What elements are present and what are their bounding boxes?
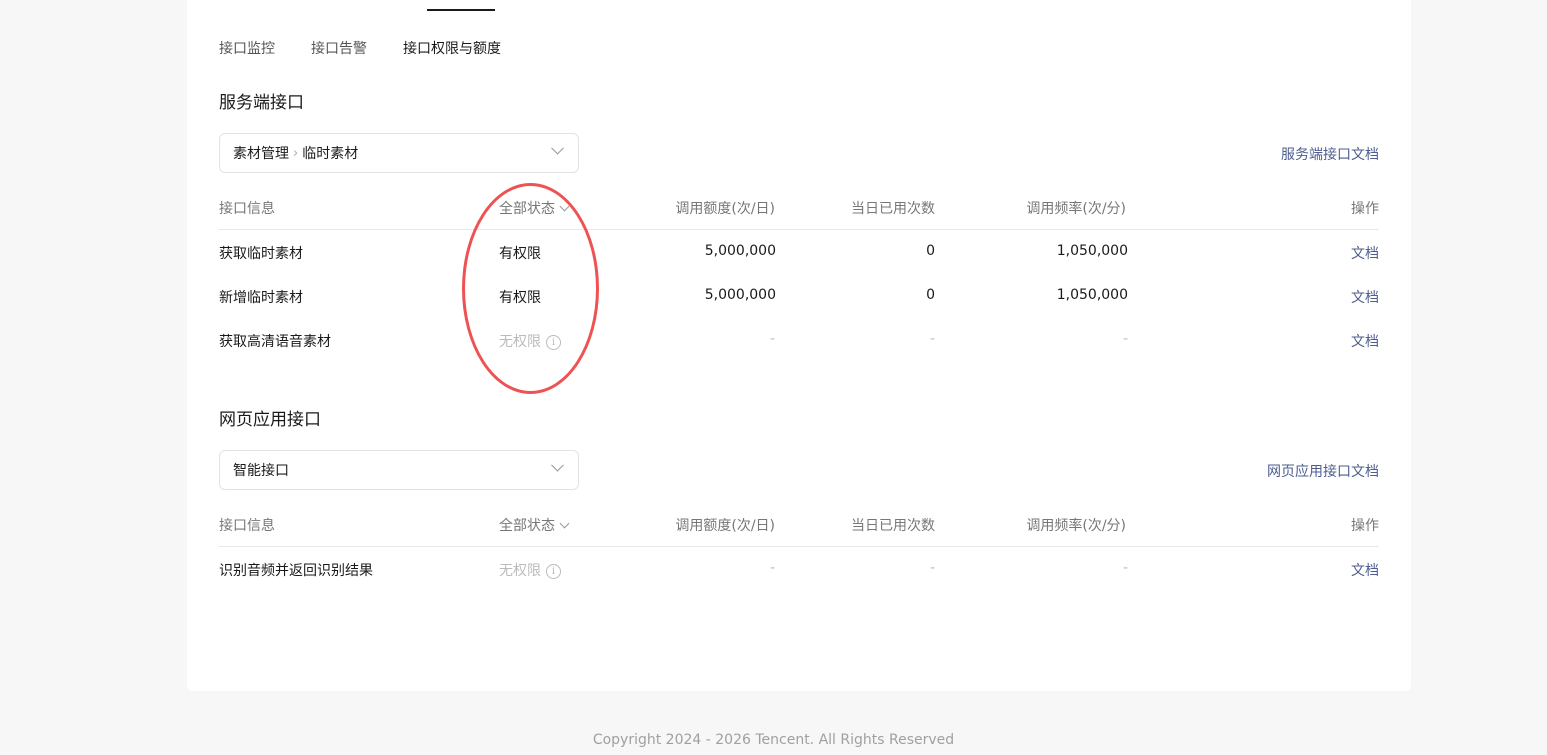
select-category-main: 素材管理 xyxy=(233,146,289,162)
row-doc-link[interactable]: 文档 xyxy=(1351,331,1379,351)
row-quota: 5,000,000 xyxy=(704,287,776,303)
row-doc-link[interactable]: 文档 xyxy=(1351,243,1379,263)
row-used: 0 xyxy=(926,287,935,303)
header-interface-info: 接口信息 xyxy=(219,518,275,534)
status-filter-label: 全部状态 xyxy=(499,201,555,217)
row-frequency: - xyxy=(1122,560,1128,576)
server-category-select[interactable]: 素材管理 › 临时素材 xyxy=(219,133,579,173)
row-used: 0 xyxy=(926,243,935,259)
active-nav-indicator xyxy=(427,9,495,11)
main-card xyxy=(187,0,1411,691)
row-frequency: 1,050,000 xyxy=(1056,243,1128,259)
row-quota: - xyxy=(769,331,775,347)
row-used: - xyxy=(929,331,935,347)
select-category-sub: 临时素材 xyxy=(302,146,359,162)
table-header-divider xyxy=(219,546,1379,547)
server-section-title: 服务端接口 xyxy=(219,93,304,113)
status-filter-label: 全部状态 xyxy=(499,518,555,534)
web-section-title: 网页应用接口 xyxy=(219,410,321,430)
row-status: 有权限 xyxy=(499,290,541,306)
web-category-select[interactable]: 智能接口 xyxy=(219,450,579,490)
header-quota: 调用额度(次/日) xyxy=(675,518,775,534)
header-frequency: 调用频率(次/分) xyxy=(1026,518,1126,534)
copyright-footer: Copyright 2024 - 2026 Tencent. All Right… xyxy=(592,732,955,748)
status-filter[interactable]: 全部状态 xyxy=(499,515,570,535)
row-doc-link[interactable]: 文档 xyxy=(1351,287,1379,307)
row-status-label: 无权限 xyxy=(499,334,541,350)
header-operation: 操作 xyxy=(1351,518,1379,534)
tab-interface-monitor[interactable]: 接口监控 xyxy=(219,38,289,58)
row-frequency: 1,050,000 xyxy=(1056,287,1128,303)
chevron-down-icon xyxy=(559,201,570,212)
breadcrumb-separator-icon: › xyxy=(293,145,299,161)
row-status: 无权限 i xyxy=(499,331,561,351)
table-header-divider xyxy=(219,229,1379,230)
row-status: 无权限 i xyxy=(499,560,561,580)
row-status: 有权限 xyxy=(499,246,541,262)
row-doc-link[interactable]: 文档 xyxy=(1351,560,1379,580)
header-used-today: 当日已用次数 xyxy=(851,201,935,217)
info-icon[interactable]: i xyxy=(546,564,561,579)
header-operation: 操作 xyxy=(1351,201,1379,217)
web-doc-link[interactable]: 网页应用接口文档 xyxy=(1267,461,1379,481)
row-frequency: - xyxy=(1122,331,1128,347)
row-interface-name: 新增临时素材 xyxy=(219,290,303,306)
header-used-today: 当日已用次数 xyxy=(851,518,935,534)
tab-interface-alarm[interactable]: 接口告警 xyxy=(311,38,391,58)
server-doc-link[interactable]: 服务端接口文档 xyxy=(1281,144,1379,164)
header-interface-info: 接口信息 xyxy=(219,201,275,217)
tab-interface-permission[interactable]: 接口权限与额度 xyxy=(403,38,523,58)
header-frequency: 调用频率(次/分) xyxy=(1026,201,1126,217)
status-filter[interactable]: 全部状态 xyxy=(499,198,570,218)
row-status-label: 无权限 xyxy=(499,563,541,579)
header-quota: 调用额度(次/日) xyxy=(675,201,775,217)
select-category-main: 智能接口 xyxy=(233,463,289,479)
row-interface-name: 获取临时素材 xyxy=(219,246,303,262)
chevron-down-icon xyxy=(551,141,564,155)
chevron-down-icon xyxy=(559,518,570,529)
row-interface-name: 获取高清语音素材 xyxy=(219,334,331,350)
row-quota: 5,000,000 xyxy=(704,243,776,259)
chevron-down-icon xyxy=(551,458,564,472)
info-icon[interactable]: i xyxy=(546,335,561,350)
row-used: - xyxy=(929,560,935,576)
row-interface-name: 识别音频并返回识别结果 xyxy=(219,563,373,579)
row-quota: - xyxy=(769,560,775,576)
